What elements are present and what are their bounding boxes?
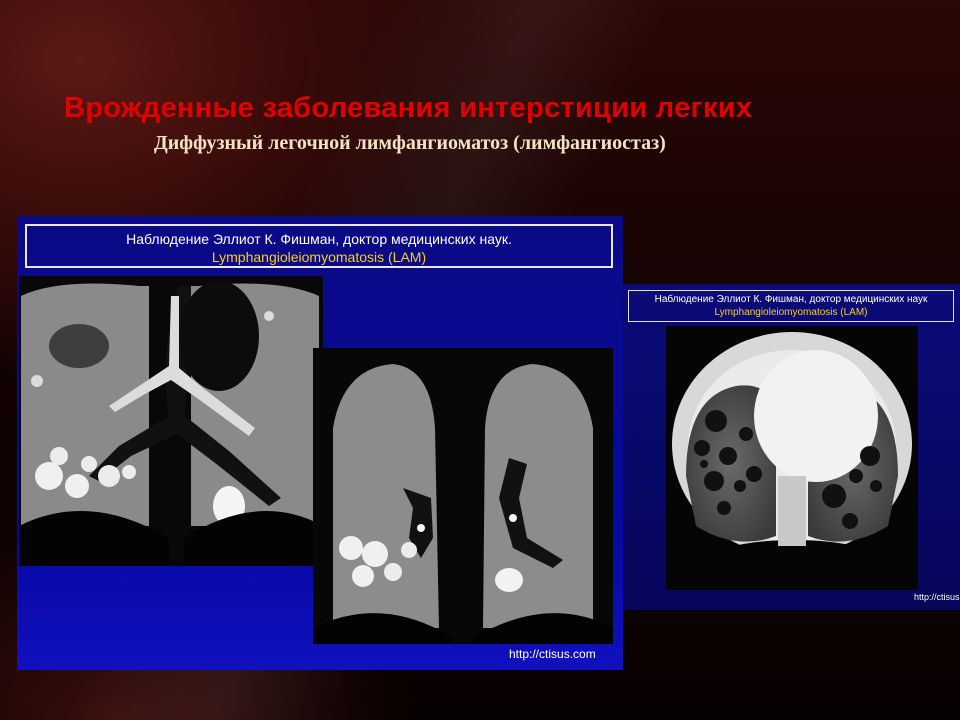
axial-caption-line1: Наблюдение Эллиот К. Фишман, доктор меди… — [654, 294, 928, 305]
axial-source-url: http://ctisus. — [914, 592, 960, 602]
slide-subtitle: Диффузный легочной лимфангиоматоз (лимфа… — [154, 132, 666, 154]
coronal-ct-panel: Наблюдение Эллиот К. Фишман, доктор меди… — [17, 216, 623, 670]
coronal-ct-image-1 — [19, 276, 323, 566]
coronal-ct-image-2 — [313, 348, 613, 644]
slide-title: Врожденные заболевания интерстиции легки… — [64, 92, 753, 124]
coronal-caption-line2: Lymphangioleiomyomatosis (LAM) — [211, 249, 427, 265]
coronal-caption-box: Наблюдение Эллиот К. Фишман, доктор меди… — [25, 224, 613, 268]
axial-ct-panel: Наблюдение Эллиот К. Фишман, доктор меди… — [620, 284, 960, 610]
axial-caption-line2: Lymphangioleiomyomatosis (LAM) — [714, 307, 868, 318]
axial-ct-image — [666, 326, 918, 590]
axial-caption-box: Наблюдение Эллиот К. Фишман, доктор меди… — [628, 290, 954, 322]
coronal-source-url: http://ctisus.com — [509, 647, 596, 661]
coronal-caption-line1: Наблюдение Эллиот К. Фишман, доктор меди… — [126, 231, 512, 247]
